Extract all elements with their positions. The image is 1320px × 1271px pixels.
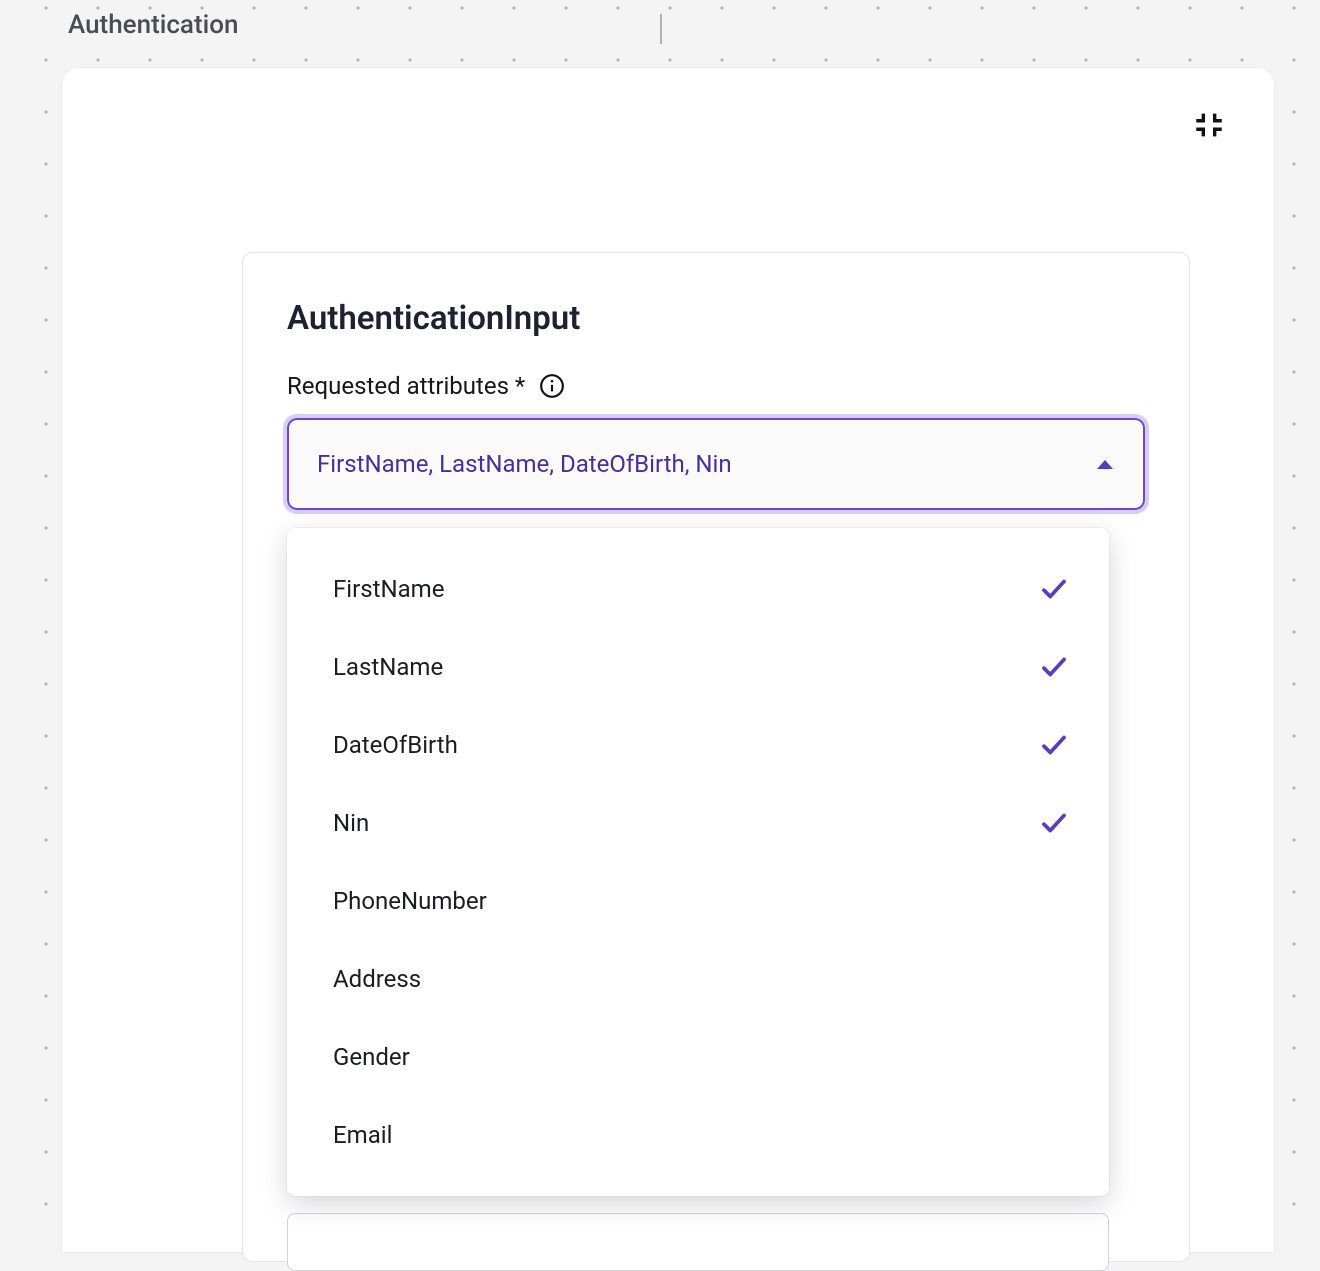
- requested-attributes-value: FirstName, LastName, DateOfBirth, Nin: [317, 450, 732, 478]
- option-label: DateOfBirth: [333, 731, 458, 759]
- field-label-row: Requested attributes *: [287, 372, 1145, 400]
- panel-title: AuthenticationInput: [287, 299, 1145, 338]
- check-icon: [1039, 808, 1069, 838]
- option-label: PhoneNumber: [333, 887, 487, 915]
- option-firstname[interactable]: FirstName: [287, 550, 1109, 628]
- check-icon: [1039, 730, 1069, 760]
- requested-attributes-select[interactable]: FirstName, LastName, DateOfBirth, Nin: [287, 418, 1145, 510]
- page-title: Authentication: [68, 10, 238, 40]
- info-icon[interactable]: [539, 373, 565, 399]
- option-lastname[interactable]: LastName: [287, 628, 1109, 706]
- option-dateofbirth[interactable]: DateOfBirth: [287, 706, 1109, 784]
- authentication-input-panel: AuthenticationInput Requested attributes…: [242, 252, 1190, 1262]
- option-gender[interactable]: Gender: [287, 1018, 1109, 1096]
- option-phonenumber[interactable]: PhoneNumber: [287, 862, 1109, 940]
- option-label: Address: [333, 965, 421, 993]
- check-icon: [1039, 652, 1069, 682]
- option-label: LastName: [333, 653, 443, 681]
- collapsed-field-below[interactable]: [287, 1213, 1109, 1271]
- exit-fullscreen-icon[interactable]: [1192, 108, 1226, 142]
- check-icon: [1039, 574, 1069, 604]
- ruler-tick: [660, 14, 662, 44]
- option-email[interactable]: Email: [287, 1096, 1109, 1174]
- requested-attributes-menu: FirstName LastName DateOfBirth Nin PhoneNumb…: [287, 528, 1109, 1196]
- option-address[interactable]: Address: [287, 940, 1109, 1018]
- option-label: Nin: [333, 809, 369, 837]
- editor-card: AuthenticationInput Requested attributes…: [62, 68, 1274, 1252]
- requested-attributes-label: Requested attributes *: [287, 372, 525, 400]
- option-nin[interactable]: Nin: [287, 784, 1109, 862]
- caret-up-icon: [1097, 460, 1113, 469]
- option-label: Email: [333, 1121, 392, 1149]
- option-label: FirstName: [333, 575, 444, 603]
- requested-attributes-select-wrap: FirstName, LastName, DateOfBirth, Nin Fi…: [287, 418, 1145, 510]
- option-label: Gender: [333, 1043, 410, 1071]
